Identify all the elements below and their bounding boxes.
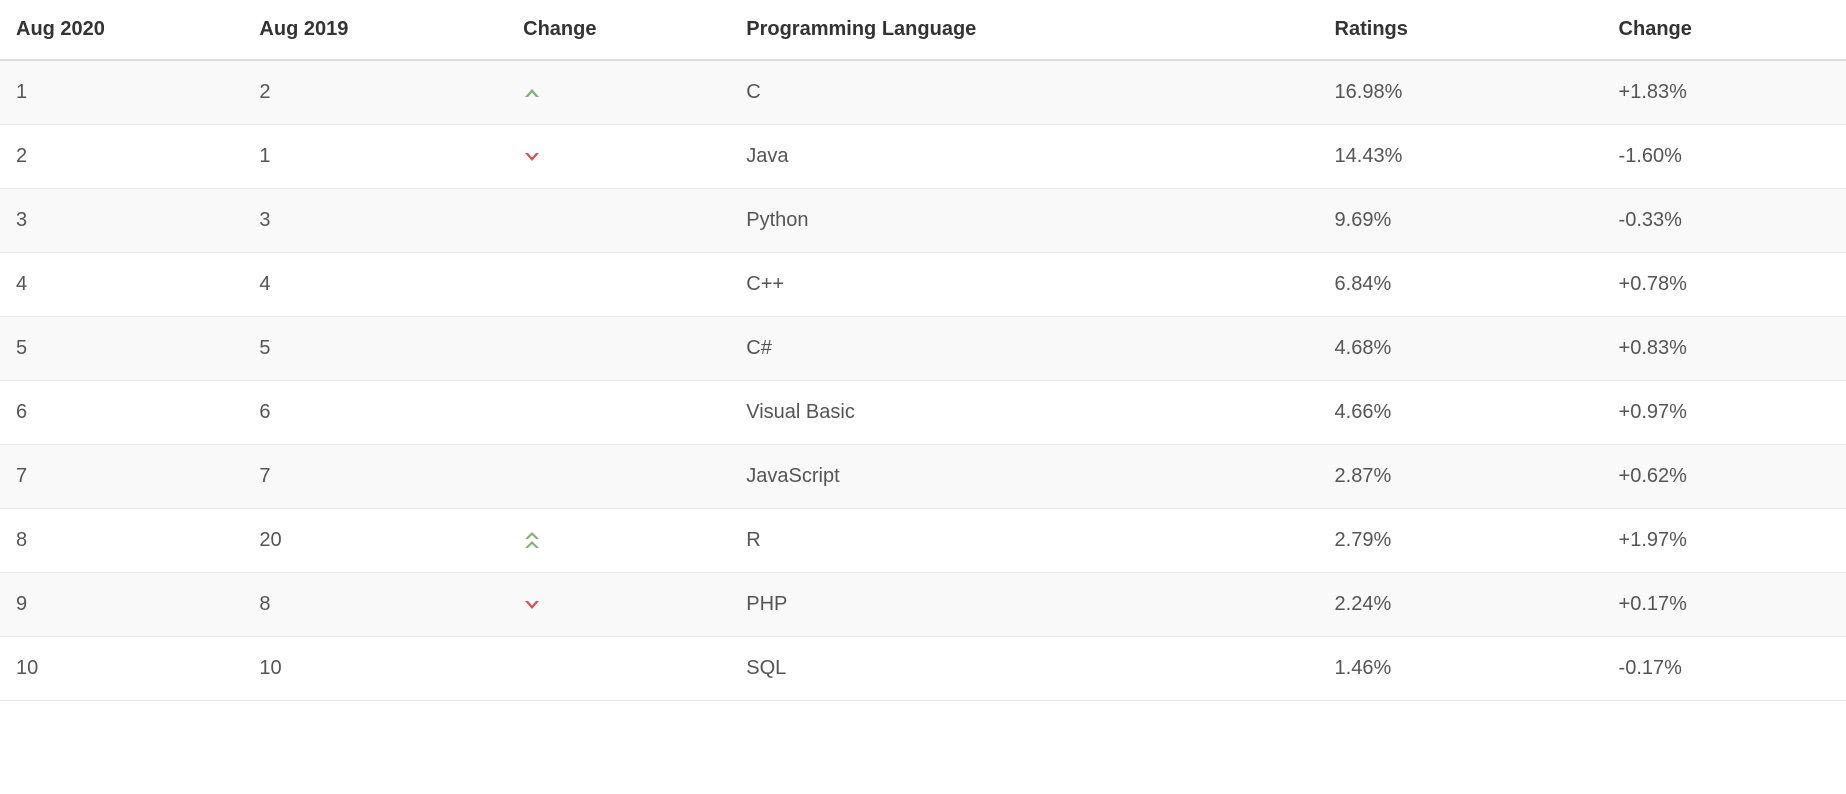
chevron-up-icon <box>523 81 541 104</box>
cell-trend <box>507 637 730 701</box>
cell-change: +1.97% <box>1603 509 1846 573</box>
chevron-down-icon <box>523 145 541 168</box>
cell-aug2020: 7 <box>0 445 243 509</box>
chevron-down-icon <box>523 593 541 616</box>
table-header: Aug 2020 Aug 2019 Change Programming Lan… <box>0 0 1846 60</box>
table-row: 12 C16.98%+1.83% <box>0 60 1846 125</box>
cell-ratings: 2.24% <box>1319 573 1603 637</box>
cell-ratings: 2.79% <box>1319 509 1603 573</box>
cell-trend <box>507 317 730 381</box>
cell-language: C# <box>730 317 1318 381</box>
cell-language: C++ <box>730 253 1318 317</box>
cell-trend <box>507 381 730 445</box>
table-row: 21 Java14.43%-1.60% <box>0 125 1846 189</box>
cell-language: JavaScript <box>730 445 1318 509</box>
cell-aug2020: 2 <box>0 125 243 189</box>
cell-change: +0.17% <box>1603 573 1846 637</box>
table-row: 820 R2.79%+1.97% <box>0 509 1846 573</box>
cell-aug2019: 6 <box>243 381 507 445</box>
cell-aug2019: 3 <box>243 189 507 253</box>
cell-trend <box>507 60 730 125</box>
table-body: 12 C16.98%+1.83% 21 Java14.43%-1.60% 33 Pytho… <box>0 60 1846 701</box>
cell-trend <box>507 509 730 573</box>
cell-change: +0.78% <box>1603 253 1846 317</box>
cell-aug2020: 5 <box>0 317 243 381</box>
cell-aug2020: 1 <box>0 60 243 125</box>
cell-ratings: 14.43% <box>1319 125 1603 189</box>
cell-change: +1.83% <box>1603 60 1846 125</box>
cell-aug2020: 6 <box>0 381 243 445</box>
cell-aug2019: 10 <box>243 637 507 701</box>
header-change-icon: Change <box>507 0 730 60</box>
cell-change: -0.17% <box>1603 637 1846 701</box>
cell-language: Java <box>730 125 1318 189</box>
cell-language: Python <box>730 189 1318 253</box>
table-row: 98 PHP2.24%+0.17% <box>0 573 1846 637</box>
cell-ratings: 1.46% <box>1319 637 1603 701</box>
cell-aug2020: 3 <box>0 189 243 253</box>
cell-language: PHP <box>730 573 1318 637</box>
cell-ratings: 16.98% <box>1319 60 1603 125</box>
cell-ratings: 4.66% <box>1319 381 1603 445</box>
cell-change: +0.97% <box>1603 381 1846 445</box>
cell-change: +0.83% <box>1603 317 1846 381</box>
cell-ratings: 6.84% <box>1319 253 1603 317</box>
cell-trend <box>507 189 730 253</box>
header-aug2020: Aug 2020 <box>0 0 243 60</box>
cell-language: Visual Basic <box>730 381 1318 445</box>
table-row: 66 Visual Basic4.66%+0.97% <box>0 381 1846 445</box>
cell-change: -1.60% <box>1603 125 1846 189</box>
cell-language: SQL <box>730 637 1318 701</box>
table-row: 77 JavaScript2.87%+0.62% <box>0 445 1846 509</box>
cell-trend <box>507 573 730 637</box>
cell-aug2020: 4 <box>0 253 243 317</box>
cell-aug2019: 8 <box>243 573 507 637</box>
cell-change: -0.33% <box>1603 189 1846 253</box>
cell-aug2020: 8 <box>0 509 243 573</box>
cell-aug2020: 9 <box>0 573 243 637</box>
double-chevron-up-icon <box>523 529 541 552</box>
cell-trend <box>507 253 730 317</box>
cell-aug2019: 2 <box>243 60 507 125</box>
cell-language: R <box>730 509 1318 573</box>
table-row: 1010 SQL1.46%-0.17% <box>0 637 1846 701</box>
table-row: 44 C++6.84%+0.78% <box>0 253 1846 317</box>
cell-ratings: 4.68% <box>1319 317 1603 381</box>
header-aug2019: Aug 2019 <box>243 0 507 60</box>
table-row: 55 C#4.68%+0.83% <box>0 317 1846 381</box>
table-row: 33 Python9.69%-0.33% <box>0 189 1846 253</box>
cell-ratings: 9.69% <box>1319 189 1603 253</box>
cell-trend <box>507 125 730 189</box>
cell-aug2019: 20 <box>243 509 507 573</box>
cell-aug2019: 7 <box>243 445 507 509</box>
header-ratings: Ratings <box>1319 0 1603 60</box>
cell-change: +0.62% <box>1603 445 1846 509</box>
cell-trend <box>507 445 730 509</box>
header-language: Programming Language <box>730 0 1318 60</box>
cell-aug2019: 1 <box>243 125 507 189</box>
header-change: Change <box>1603 0 1846 60</box>
cell-ratings: 2.87% <box>1319 445 1603 509</box>
cell-aug2019: 4 <box>243 253 507 317</box>
cell-language: C <box>730 60 1318 125</box>
rankings-table: Aug 2020 Aug 2019 Change Programming Lan… <box>0 0 1846 701</box>
cell-aug2019: 5 <box>243 317 507 381</box>
cell-aug2020: 10 <box>0 637 243 701</box>
